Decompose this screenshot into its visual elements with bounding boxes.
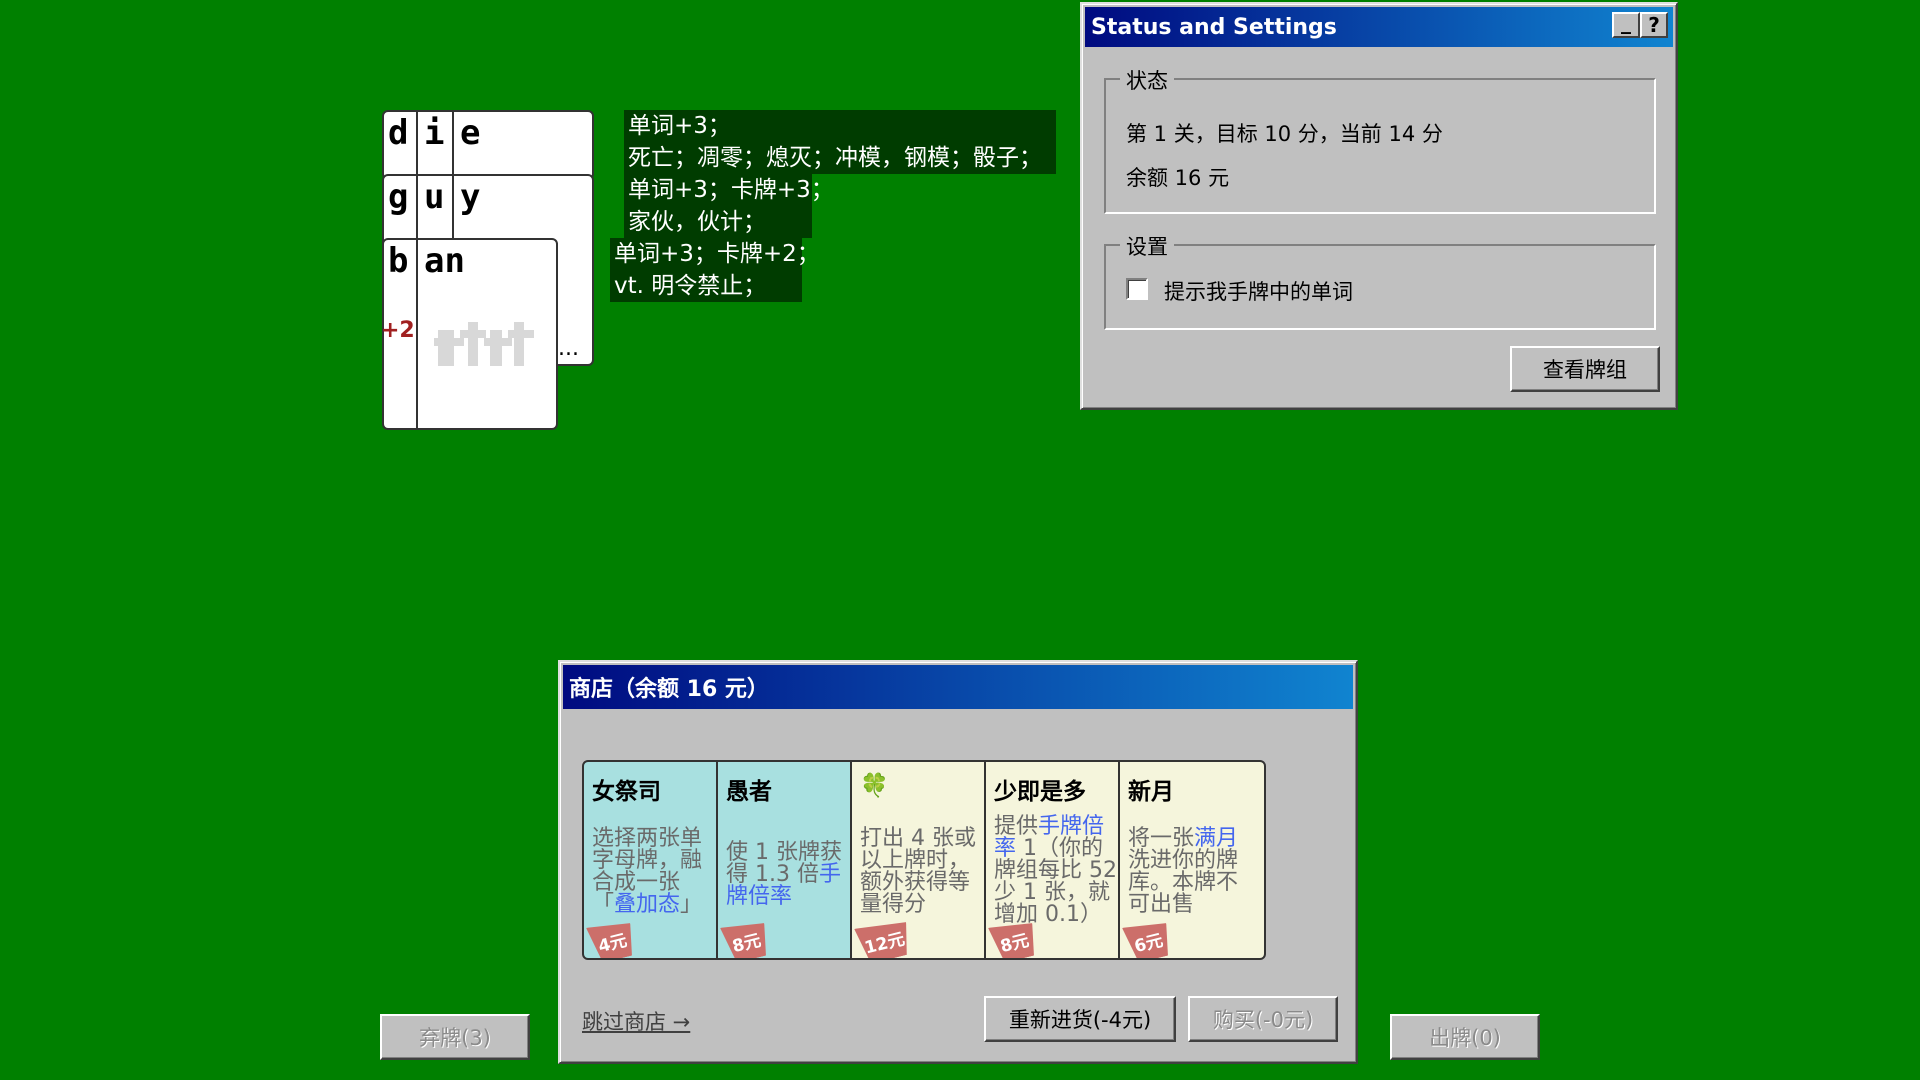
help-button[interactable]: ? xyxy=(1640,12,1668,38)
shop-card[interactable]: 少即是多 提供手牌倍率 1（你的牌组每比 52 少 1 张，就增加 0.1） 8… xyxy=(984,760,1120,960)
play-button[interactable]: 出牌(0) xyxy=(1390,1014,1540,1060)
hint-checkbox-label[interactable]: 提示我手牌中的单词 xyxy=(1164,276,1353,306)
status-group-label: 状态 xyxy=(1120,65,1174,95)
definition-ban-line1: 单词+3；卡牌+2； xyxy=(610,238,820,270)
definition-die-line1: 单词+3； xyxy=(624,110,1056,142)
shop-card-description: 提供手牌倍率 1（你的牌组每比 52 少 1 张，就增加 0.1） xyxy=(994,814,1117,927)
bonus-badge: +2 xyxy=(381,318,415,343)
shop-titlebar[interactable]: 商店（余额 16 元） xyxy=(563,665,1353,709)
price-tag: 12元 xyxy=(854,916,914,960)
help-icon: ? xyxy=(1648,13,1660,37)
minimize-icon: _ xyxy=(1621,10,1631,34)
word-card-die xyxy=(382,110,594,180)
card-letter: u xyxy=(424,177,445,217)
shop-card-name: 女祭司 xyxy=(592,779,661,805)
card-letter: e xyxy=(460,113,481,153)
pixel-decoration-icon xyxy=(434,322,534,366)
skip-shop-link[interactable]: 跳过商店 → xyxy=(582,1006,690,1036)
shop-card-description: 选择两张单字母牌，融合成一张「叠加态」 xyxy=(592,826,703,917)
definition-guy-line1: 单词+3；卡牌+3； xyxy=(624,174,834,206)
shop-card[interactable]: 🍀 打出 4 张或以上牌时，额外获得等量得分 12元 xyxy=(850,760,986,960)
shop-card-description: 将一张满月洗进你的牌库。本牌不可出售 xyxy=(1128,826,1239,917)
price-tag: 4元 xyxy=(586,917,638,960)
discard-button[interactable]: 弃牌(3) xyxy=(380,1014,530,1060)
shop-card-description: 使 1 张牌获得 1.3 倍手牌倍率 xyxy=(726,840,842,909)
overflow-marker: ... xyxy=(558,336,579,361)
shop-title: 商店（余额 16 元） xyxy=(569,677,769,702)
clover-icon: 🍀 xyxy=(860,773,889,799)
card-letter: an xyxy=(424,241,465,281)
status-window-title: Status and Settings xyxy=(1091,14,1337,40)
shop-card[interactable]: 新月 将一张满月洗进你的牌库。本牌不可出售 6元 xyxy=(1118,760,1266,960)
card-letter: y xyxy=(460,177,481,217)
definition-ban-line2: vt. 明令禁止； xyxy=(610,270,802,302)
shop-card-name: 少即是多 xyxy=(994,779,1086,805)
settings-group: 设置 提示我手牌中的单词 xyxy=(1104,231,1656,330)
settings-group-label: 设置 xyxy=(1120,231,1174,261)
shop-card-name: 新月 xyxy=(1128,779,1174,805)
reroll-button[interactable]: 重新进货(-4元) xyxy=(984,996,1176,1042)
definition-die-line2: 死亡；凋零；熄灭；冲模，钢模；骰子； xyxy=(624,142,1056,174)
card-letter: g xyxy=(388,177,409,217)
buy-button[interactable]: 购买(-0元) xyxy=(1188,996,1338,1042)
card-letter: i xyxy=(424,113,445,153)
shop-card[interactable]: 愚者 使 1 张牌获得 1.3 倍手牌倍率 8元 xyxy=(716,760,852,960)
view-deck-button[interactable]: 查看牌组 xyxy=(1510,346,1660,392)
definition-guy-line2: 家伙，伙计； xyxy=(624,206,812,238)
price-tag: 8元 xyxy=(720,917,772,960)
status-settings-window: Status and Settings _ ? 状态 第 1 关，目标 10 分… xyxy=(1080,2,1678,410)
shop-card-name: 愚者 xyxy=(726,779,772,805)
card-letter: b xyxy=(388,241,409,281)
status-group: 状态 第 1 关，目标 10 分，当前 14 分 余额 16 元 xyxy=(1104,65,1656,214)
level-info: 第 1 关，目标 10 分，当前 14 分 xyxy=(1126,122,1443,146)
balance-info: 余额 16 元 xyxy=(1126,166,1230,190)
shop-card-description: 打出 4 张或以上牌时，额外获得等量得分 xyxy=(860,826,976,917)
hint-checkbox[interactable] xyxy=(1126,278,1148,300)
price-tag: 6元 xyxy=(1122,917,1174,960)
shop-card[interactable]: 女祭司 选择两张单字母牌，融合成一张「叠加态」 4元 xyxy=(582,760,718,960)
status-window-titlebar[interactable]: Status and Settings xyxy=(1085,7,1673,47)
card-letter: d xyxy=(388,113,409,153)
minimize-button[interactable]: _ xyxy=(1612,12,1640,38)
